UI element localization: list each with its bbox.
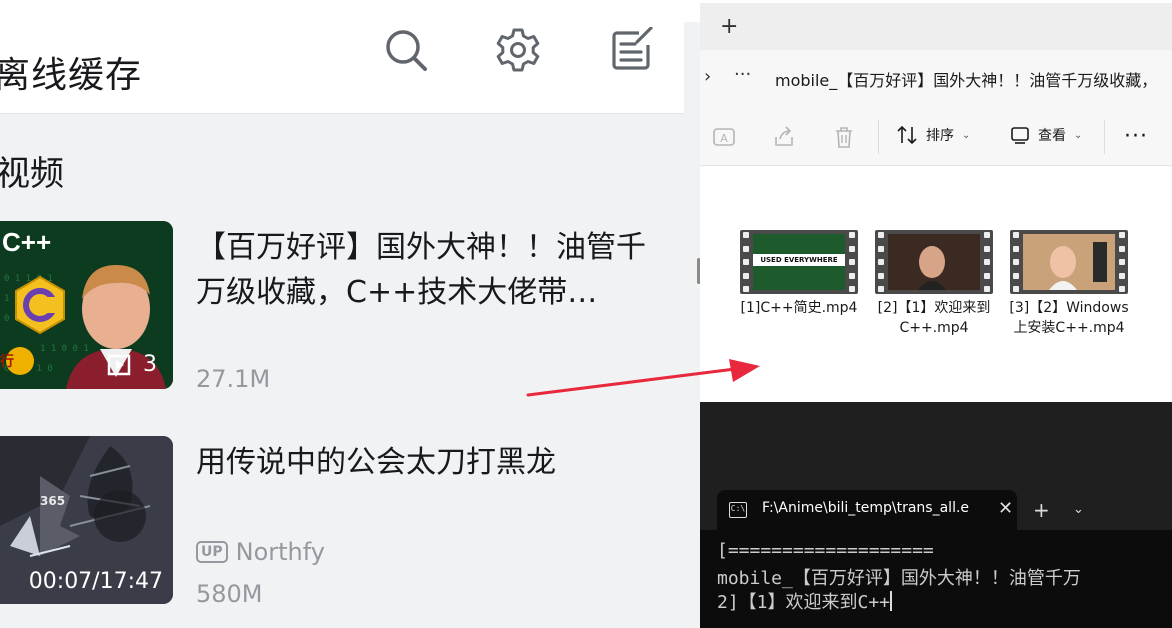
gear-icon[interactable] bbox=[494, 26, 542, 74]
terminal-tab-title: F:\Anime\bili_temp\trans_all.e bbox=[762, 500, 970, 516]
playlist-icon bbox=[107, 354, 131, 375]
bilibili-app: 离线缓存 视频 0 1 1 0 1 1 0 1 1 0 0 1 0 1 0 C+… bbox=[0, 0, 700, 628]
view-button[interactable]: 查看 ⌄ bbox=[1010, 125, 1082, 145]
video-size: 27.1M bbox=[196, 365, 271, 393]
address-bar[interactable]: › ··· mobile_【百万好评】国外大神！！油管千万级收藏， bbox=[700, 50, 1172, 106]
new-terminal-tab-button[interactable]: + bbox=[1033, 498, 1050, 522]
video-title[interactable]: 【百万好评】国外大神！！油管千万级收藏，C++技术大佬带… bbox=[196, 225, 666, 315]
terminal-line: 2]【1】欢迎来到C++ bbox=[717, 588, 893, 614]
search-icon[interactable] bbox=[382, 26, 430, 74]
svg-text:A: A bbox=[720, 132, 728, 145]
edit-icon[interactable] bbox=[608, 26, 656, 74]
breadcrumb-overflow-button[interactable]: ··· bbox=[734, 64, 751, 85]
video-duration: 00:07/17:47 bbox=[28, 569, 163, 594]
chevron-down-icon[interactable]: ⌄ bbox=[1073, 502, 1084, 517]
video-title[interactable]: 用传说中的公会太刀打黑龙 bbox=[196, 440, 666, 485]
thumbnail-text: C++ bbox=[2, 227, 52, 257]
view-label: 查看 bbox=[1038, 128, 1066, 144]
sort-icon bbox=[897, 125, 917, 145]
view-icon bbox=[1011, 127, 1029, 144]
sort-button[interactable]: 排序 ⌄ bbox=[896, 125, 970, 145]
sort-label: 排序 bbox=[926, 128, 954, 144]
terminal-window: C:\ F:\Anime\bili_temp\trans_all.e ✕ + ⌄… bbox=[700, 402, 1172, 628]
breadcrumb-chevron-icon[interactable]: › bbox=[704, 66, 711, 87]
explorer-tab-bar: + bbox=[700, 0, 1172, 50]
chevron-down-icon: ⌄ bbox=[1074, 129, 1083, 141]
share-icon[interactable] bbox=[771, 124, 797, 150]
toolbar-divider bbox=[878, 120, 879, 154]
episode-count: 3 bbox=[107, 352, 157, 377]
video-file-thumbnail bbox=[875, 230, 993, 294]
new-tab-button[interactable]: + bbox=[720, 14, 738, 39]
cmd-icon: C:\ bbox=[729, 502, 747, 518]
text-cursor bbox=[890, 591, 893, 611]
file-item[interactable]: USED EVERYWHERE [1]C++简史.mp4 bbox=[734, 230, 864, 318]
up-badge: UP bbox=[196, 541, 228, 563]
uploader-name: Northfy bbox=[235, 538, 325, 566]
game-hud-number: 365 bbox=[40, 494, 66, 508]
more-options-button[interactable]: ··· bbox=[1124, 124, 1148, 149]
video-uploader: UP Northfy bbox=[196, 538, 325, 566]
explorer-toolbar: A 排序 ⌄ 查看 ⌄ ··· bbox=[700, 106, 1172, 166]
thumbnail-badge: 行 bbox=[0, 354, 14, 370]
delete-icon[interactable] bbox=[831, 124, 857, 150]
svg-text:1 1 0 0 1: 1 1 0 0 1 bbox=[40, 344, 89, 354]
breadcrumb-path[interactable]: mobile_【百万好评】国外大神！！油管千万级收藏， bbox=[775, 67, 1157, 91]
terminal-tab[interactable]: C:\ F:\Anime\bili_temp\trans_all.e ✕ bbox=[717, 490, 1017, 530]
video-file-thumbnail: USED EVERYWHERE bbox=[740, 230, 858, 294]
thumbnail-caption: USED EVERYWHERE bbox=[753, 254, 845, 266]
app-edge bbox=[684, 22, 700, 628]
toolbar-divider bbox=[1104, 120, 1105, 154]
screen: 离线缓存 视频 0 1 1 0 1 1 0 1 1 0 0 1 0 1 0 C+… bbox=[0, 0, 1172, 628]
file-name[interactable]: [3]【2】Windows 上安装C++.mp4 bbox=[1004, 298, 1134, 338]
file-name[interactable]: [1]C++简史.mp4 bbox=[734, 298, 864, 318]
terminal-line: [=================== bbox=[717, 540, 934, 561]
video-file-thumbnail bbox=[1010, 230, 1128, 294]
section-title: 视频 bbox=[0, 154, 64, 194]
app-header: 离线缓存 bbox=[0, 22, 684, 114]
close-icon[interactable]: ✕ bbox=[998, 498, 1013, 519]
file-item[interactable]: [3]【2】Windows 上安装C++.mp4 bbox=[1004, 230, 1134, 338]
page-title: 离线缓存 bbox=[0, 55, 143, 96]
file-name[interactable]: [2]【1】欢迎来到C++.mp4 bbox=[869, 298, 999, 338]
video-thumbnail[interactable]: 0 1 1 0 11 0 0 1 10 1 0 1 0 1 1 0 0 10 0… bbox=[0, 221, 173, 389]
video-thumbnail[interactable]: 365 00:07/17:47 bbox=[0, 436, 173, 604]
terminal-line: mobile_【百万好评】国外大神！！油管千万 bbox=[717, 568, 1081, 589]
tab-strip-highlight bbox=[700, 0, 1172, 3]
file-item[interactable]: [2]【1】欢迎来到C++.mp4 bbox=[869, 230, 999, 338]
video-item[interactable]: 0 1 1 0 11 0 0 1 10 1 0 1 0 1 1 0 0 10 0… bbox=[0, 221, 684, 393]
terminal-line-text: 2]【1】欢迎来到C++ bbox=[717, 592, 891, 613]
terminal-output[interactable]: [=================== mobile_【百万好评】国外大神！！… bbox=[700, 530, 1172, 628]
rename-icon[interactable]: A bbox=[711, 124, 737, 150]
file-explorer: + › ··· mobile_【百万好评】国外大神！！油管千万级收藏， A 排序… bbox=[700, 0, 1172, 402]
chevron-down-icon: ⌄ bbox=[962, 129, 971, 141]
video-size: 580M bbox=[196, 580, 263, 608]
status-strip bbox=[0, 0, 700, 22]
episode-count-text: 3 bbox=[143, 352, 157, 377]
video-item[interactable]: 365 00:07/17:47 用传说中的公会太刀打黑龙 UP Northfy 5… bbox=[0, 436, 684, 608]
